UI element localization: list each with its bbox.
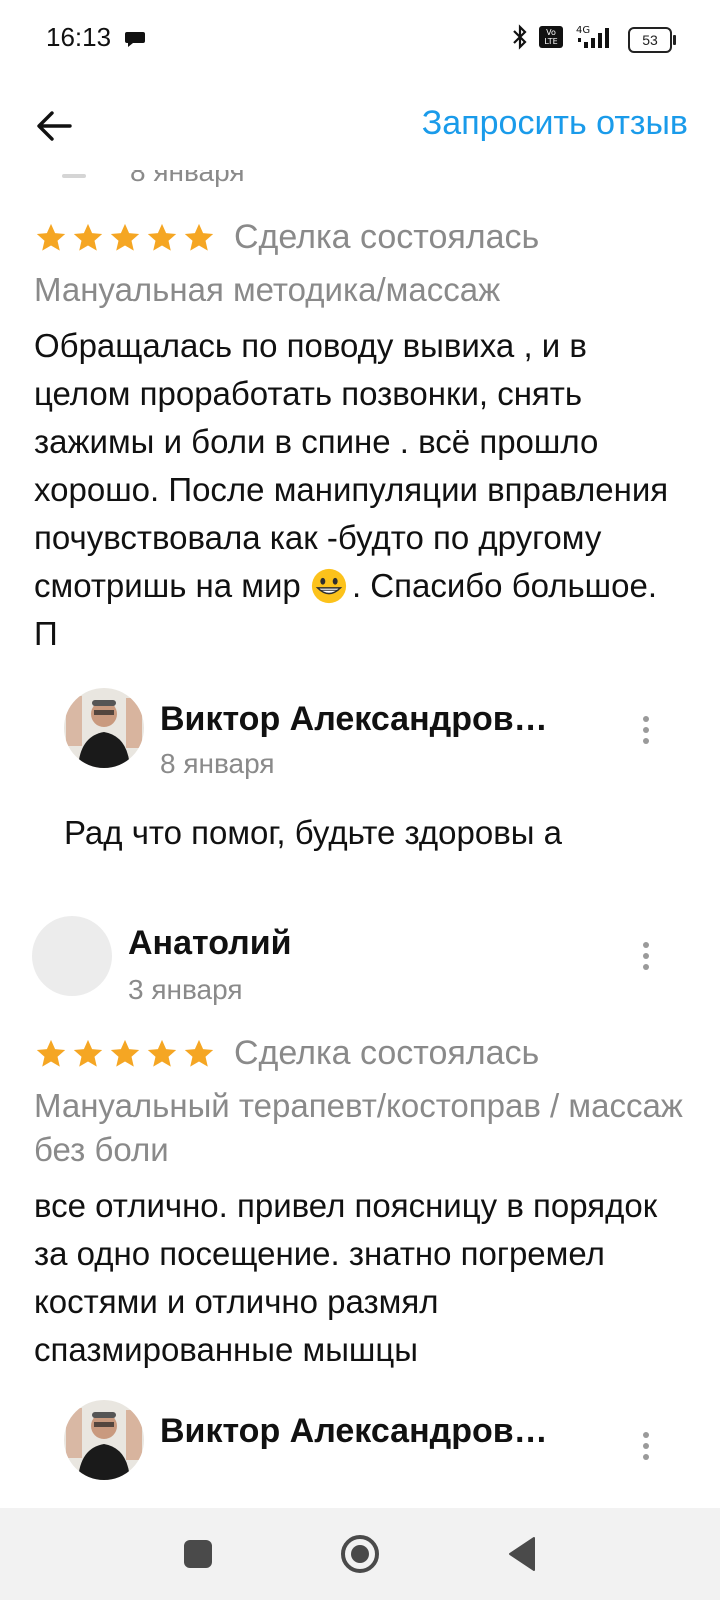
star-icon (36, 1039, 66, 1067)
bluetooth-icon (512, 24, 528, 55)
back-triangle-icon[interactable] (500, 1532, 544, 1576)
star-rating (34, 1037, 216, 1071)
status-time: 16:13 (46, 22, 112, 52)
more-options-icon[interactable] (634, 936, 658, 976)
signal-icon: 4G (574, 24, 618, 55)
avatar (32, 916, 112, 996)
system-nav-bar (0, 1508, 720, 1600)
message-icon (124, 30, 146, 53)
svg-text:LTE: LTE (544, 37, 557, 46)
star-icon (36, 223, 66, 251)
rating-row: Сделка состоялась (34, 1034, 539, 1073)
recents-square-icon[interactable] (176, 1532, 220, 1576)
rating-row: Сделка состоялась (34, 218, 539, 257)
review-text: Обращалась по поводу вывиха , и в целом … (34, 322, 686, 658)
reviewer-name: Анатолий (128, 924, 292, 962)
seller-avatar (64, 688, 144, 768)
seller-avatar (64, 1400, 144, 1480)
review-text: все отлично. привел поясницу в порядок з… (34, 1187, 658, 1368)
star-icon (110, 1039, 140, 1067)
svg-text:4G: 4G (576, 25, 590, 36)
volte-icon: Vo LTE (538, 25, 564, 54)
star-icon (184, 223, 214, 251)
deal-status: Сделка состоялась (234, 218, 540, 256)
reply-text: Рад что помог, будьте здоровы а (64, 814, 562, 851)
back-button[interactable] (30, 102, 78, 150)
request-review-link[interactable]: Запросить отзыв (422, 104, 688, 143)
grinning-face-emoji (311, 568, 347, 604)
star-icon (147, 223, 177, 251)
battery-icon: 53 (628, 26, 676, 53)
reviews-list[interactable]: 8 января Сделка состоялась Мануальная ме… (0, 170, 720, 1508)
star-icon (184, 1039, 214, 1067)
app-bar: Запросить отзыв (0, 80, 720, 170)
star-icon (73, 1039, 103, 1067)
avatar-edge (62, 174, 86, 178)
status-icons: Vo LTE 4G 53 (512, 24, 676, 55)
review-text-body: Обращалась по поводу вывиха , и в целом … (34, 327, 669, 604)
seller-name: Виктор Александров… (160, 1412, 548, 1450)
service-name: Мануальная методика/массаж (34, 271, 501, 308)
star-icon (147, 1039, 177, 1067)
service-name: Мануальный терапевт/костоправ / массаж б… (34, 1087, 683, 1168)
arrow-left-icon (37, 111, 72, 141)
home-circle-icon[interactable] (338, 1532, 382, 1576)
status-bar: 16:13 Vo LTE 4G 53 (0, 0, 720, 80)
star-icon (73, 223, 103, 251)
review-date: 8 января (130, 170, 245, 187)
deal-status: Сделка состоялась (234, 1034, 540, 1072)
reply-date: 8 января (160, 748, 275, 779)
more-options-icon[interactable] (634, 710, 658, 750)
svg-text:Vo: Vo (546, 28, 556, 37)
review-date: 3 января (128, 974, 243, 1005)
more-options-icon[interactable] (634, 1426, 658, 1466)
star-icon (110, 223, 140, 251)
star-rating (34, 221, 216, 255)
seller-name: Виктор Александров… (160, 700, 548, 738)
